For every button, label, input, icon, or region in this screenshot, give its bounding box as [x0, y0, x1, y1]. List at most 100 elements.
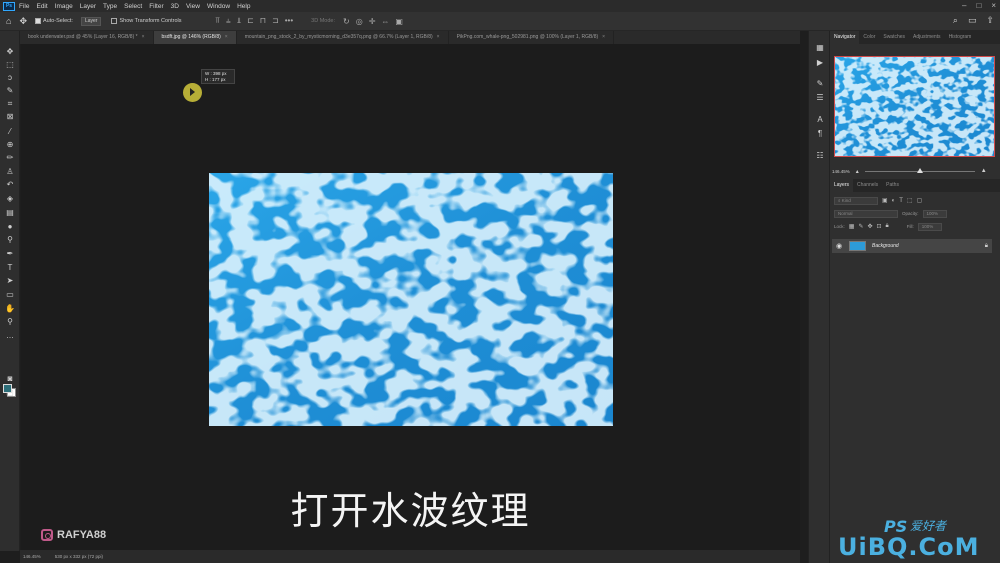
tab-close-icon[interactable]: ×: [437, 34, 440, 40]
hand-tool-icon[interactable]: ✋: [5, 304, 15, 314]
zoom-in-icon[interactable]: ▲: [981, 168, 987, 174]
align-bottom-icon[interactable]: ⫫: [237, 16, 242, 26]
navigator-zoom-value[interactable]: 146.45%: [832, 169, 850, 174]
doc-tab-0[interactable]: book underwater.psd @ 45% (Layer 16, RGB…: [20, 31, 154, 44]
filter-pixel-icon[interactable]: ▣: [882, 197, 888, 204]
opacity-input[interactable]: 100%: [922, 209, 947, 218]
filter-smart-icon[interactable]: ▢: [917, 197, 923, 204]
blend-mode-dropdown[interactable]: Normal: [834, 209, 898, 218]
menu-image[interactable]: Image: [55, 3, 73, 10]
tab-close-icon[interactable]: ×: [602, 34, 605, 40]
paragraph-panel-icon[interactable]: ¶: [815, 129, 825, 139]
share-icon[interactable]: ⇪: [986, 15, 994, 26]
history-brush-tool-icon[interactable]: ↶: [5, 180, 15, 190]
align-top-icon[interactable]: ⫪: [216, 16, 221, 26]
tab-layers[interactable]: Layers: [830, 179, 854, 192]
transform-controls-checkbox[interactable]: [111, 18, 118, 24]
pen-tool-icon[interactable]: ✒: [5, 249, 15, 259]
lock-artboard-icon[interactable]: ⊡: [877, 223, 882, 230]
workspace-icon[interactable]: ▭: [968, 15, 977, 26]
menu-window[interactable]: Window: [207, 3, 230, 10]
tab-navigator[interactable]: Navigator: [830, 31, 860, 44]
tab-close-icon[interactable]: ×: [225, 34, 228, 40]
foreground-color-swatch[interactable]: [3, 384, 12, 393]
status-doc-size[interactable]: 530 px x 332 px (72 ppi): [55, 554, 103, 559]
tab-adjustments[interactable]: Adjustments: [909, 31, 945, 44]
menu-filter[interactable]: Filter: [149, 3, 163, 10]
actions-panel-icon[interactable]: ▶: [815, 58, 825, 68]
auto-select-checkbox[interactable]: [34, 18, 41, 24]
fill-input[interactable]: 100%: [917, 222, 942, 231]
kind-filter-dropdown[interactable]: ⌕ Kind: [834, 196, 878, 205]
eyedropper-tool-icon[interactable]: ⁄: [5, 127, 15, 137]
zoom-slider[interactable]: [864, 167, 975, 173]
properties-panel-icon[interactable]: ☰: [815, 93, 825, 103]
auto-select-target-dropdown[interactable]: Layer: [80, 16, 102, 26]
path-select-tool-icon[interactable]: ➤: [5, 276, 15, 286]
minimize-icon[interactable]: –: [962, 1, 966, 10]
more-options-icon[interactable]: •••: [285, 16, 293, 26]
tab-color[interactable]: Color: [859, 31, 879, 44]
clone-stamp-tool-icon[interactable]: ♙: [5, 167, 15, 177]
navigator-thumbnail[interactable]: [834, 56, 995, 157]
filter-shape-icon[interactable]: ⬚: [907, 197, 913, 204]
eraser-tool-icon[interactable]: ◈: [5, 194, 15, 204]
tab-swatches[interactable]: Swatches: [879, 31, 909, 44]
menu-3d[interactable]: 3D: [171, 3, 179, 10]
marquee-tool-icon[interactable]: ⬚: [5, 60, 15, 70]
menu-file[interactable]: File: [19, 3, 29, 10]
3d-pan-icon[interactable]: ✛: [369, 17, 376, 26]
doc-tab-3[interactable]: PikPng.com_whale-png_502981.png @ 100% (…: [449, 31, 615, 44]
align-left-icon[interactable]: ⊏: [247, 16, 254, 26]
water-texture-image[interactable]: [209, 173, 613, 426]
dodge-tool-icon[interactable]: ⚲: [5, 235, 15, 245]
blur-tool-icon[interactable]: ●: [5, 222, 15, 232]
zoom-slider-handle[interactable]: [916, 167, 923, 173]
close-icon[interactable]: ×: [991, 1, 996, 10]
align-right-icon[interactable]: ⊐: [272, 16, 279, 26]
lock-transparent-icon[interactable]: ▦: [849, 223, 855, 230]
brush-settings-icon[interactable]: ✎: [815, 79, 825, 89]
character-panel-icon[interactable]: A: [815, 115, 825, 125]
3d-roll-icon[interactable]: ◎: [356, 17, 363, 26]
move-tool-icon[interactable]: ✥: [5, 47, 15, 57]
doc-tab-2[interactable]: mountain_png_stock_2_by_mysticmorning_d3…: [237, 31, 449, 44]
menu-edit[interactable]: Edit: [36, 3, 47, 10]
crop-tool-icon[interactable]: ⌗: [5, 99, 15, 109]
move-icon[interactable]: ✥: [19, 16, 27, 27]
align-middle-icon[interactable]: ⫨: [226, 16, 231, 26]
brush-tool-icon[interactable]: ✏: [5, 153, 15, 163]
menu-view[interactable]: View: [186, 3, 200, 10]
healing-brush-tool-icon[interactable]: ⊕: [5, 140, 15, 150]
lasso-tool-icon[interactable]: ↄ: [5, 73, 15, 83]
menu-select[interactable]: Select: [124, 3, 142, 10]
tab-paths[interactable]: Paths: [882, 179, 903, 192]
more-tools-icon[interactable]: …: [5, 331, 15, 341]
menu-type[interactable]: Type: [103, 3, 117, 10]
lock-all-icon[interactable]: 🔒︎: [886, 223, 889, 230]
type-tool-icon[interactable]: T: [5, 263, 15, 273]
3d-scale-icon[interactable]: ▣: [395, 17, 403, 26]
maximize-icon[interactable]: □: [976, 1, 981, 10]
3d-slide-icon[interactable]: ⇔: [381, 17, 389, 26]
doc-tab-1[interactable]: bsdft.jpg @ 146% (RGB/8) ×: [153, 31, 237, 44]
eye-icon[interactable]: ◉: [834, 242, 844, 250]
gradient-tool-icon[interactable]: ▤: [5, 208, 15, 218]
photoshop-logo-icon[interactable]: Ps: [3, 1, 15, 11]
frame-tool-icon[interactable]: ⊠: [5, 112, 15, 122]
quick-select-tool-icon[interactable]: ✎: [5, 86, 15, 96]
quick-mask-icon[interactable]: ◙: [5, 374, 15, 384]
filter-adjustment-icon[interactable]: ◐: [892, 198, 896, 204]
zoom-tool-icon[interactable]: ⚲: [5, 317, 15, 327]
history-panel-icon[interactable]: ▦: [815, 43, 825, 53]
align-center-icon[interactable]: ⊓: [260, 16, 266, 26]
lock-paint-icon[interactable]: ✎: [858, 223, 863, 230]
status-zoom[interactable]: 146.45%: [23, 554, 41, 559]
menu-layer[interactable]: Layer: [80, 3, 96, 10]
home-icon[interactable]: ⌂: [6, 16, 11, 26]
search-icon[interactable]: ⌕: [953, 15, 958, 26]
zoom-out-icon[interactable]: ▴: [856, 168, 859, 175]
adjustments-icon[interactable]: ☷: [815, 151, 825, 161]
canvas-area[interactable]: W : 398 px H : 177 px 打开水波纹理 RAFYA88: [21, 44, 800, 550]
shape-tool-icon[interactable]: ▭: [5, 290, 15, 300]
